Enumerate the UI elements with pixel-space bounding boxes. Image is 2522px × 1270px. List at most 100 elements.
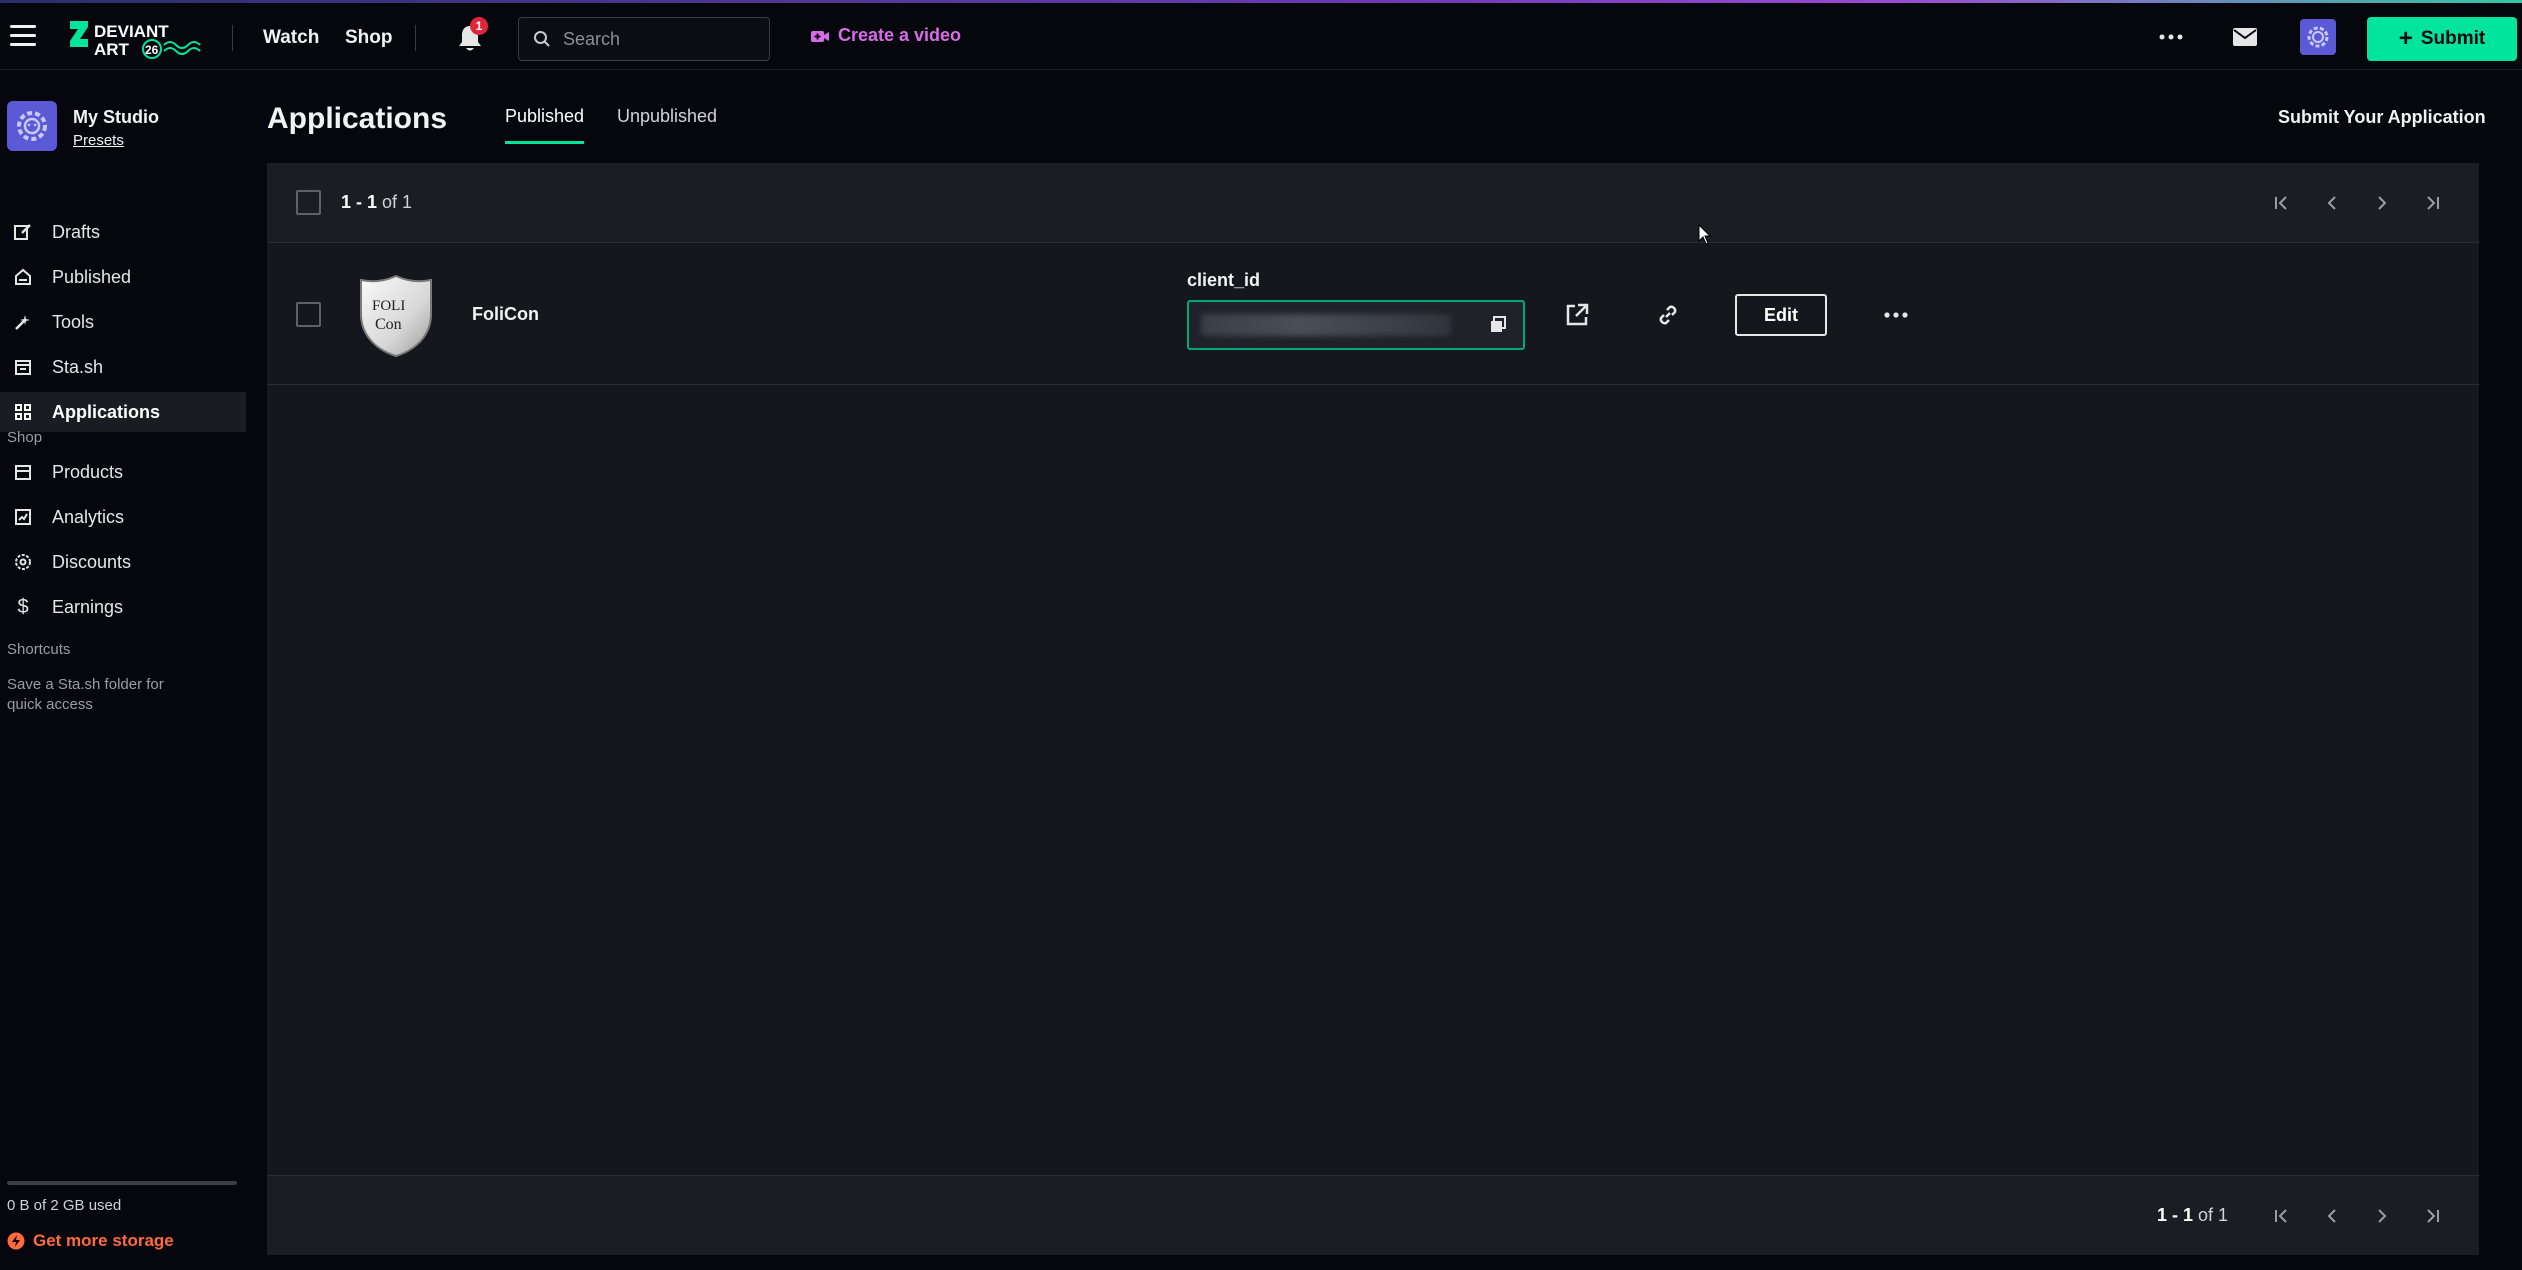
copy-icon[interactable] <box>1487 314 1509 336</box>
presets-link[interactable]: Presets <box>73 132 159 149</box>
search-box[interactable] <box>518 17 770 61</box>
more-options-icon[interactable] <box>2156 25 2186 49</box>
plus-icon: + <box>2398 25 2413 52</box>
camera-plus-icon <box>811 30 829 42</box>
submit-button[interactable]: + Submit <box>2367 17 2517 61</box>
row-checkbox[interactable] <box>296 302 321 327</box>
select-all-checkbox[interactable] <box>296 190 321 215</box>
divider <box>415 25 416 51</box>
storage-progress-bar <box>7 1181 237 1185</box>
prev-page-icon[interactable] <box>2319 190 2345 216</box>
submit-application-link[interactable]: Submit Your Application <box>2278 107 2486 128</box>
next-page-icon[interactable] <box>2369 1203 2395 1229</box>
nav-watch[interactable]: Watch <box>263 27 319 49</box>
svg-text:26: 26 <box>145 43 159 57</box>
sidebar-item-label: Applications <box>52 401 161 422</box>
count-total: of 1 <box>2198 1205 2229 1225</box>
discount-icon <box>14 553 32 571</box>
gear-icon <box>17 111 47 141</box>
sidebar-item-discounts[interactable]: Discounts <box>0 542 246 582</box>
create-video-link[interactable]: Create a video <box>810 25 961 46</box>
lightning-icon <box>7 1232 25 1250</box>
list-header: 1 - 1 of 1 <box>267 163 2479 243</box>
user-avatar[interactable] <box>2300 19 2336 55</box>
search-icon <box>534 31 550 47</box>
client-id-field[interactable] <box>1187 300 1525 350</box>
last-page-icon[interactable] <box>2419 1203 2445 1229</box>
app-name: FoliCon <box>472 304 539 324</box>
dollar-icon: $ <box>17 595 29 618</box>
mouse-cursor-icon <box>1698 223 1712 246</box>
sidebar-item-published[interactable]: Published <box>0 257 246 297</box>
sidebar-item-label: Sta.sh <box>52 356 104 377</box>
sidebar-item-earnings[interactable]: $ Earnings <box>0 587 246 627</box>
notification-badge: 1 <box>470 17 488 35</box>
analytics-icon <box>14 508 32 526</box>
tab-published[interactable]: Published <box>505 106 585 144</box>
table-row: FOLI Con FoliCon client_id Edit <box>267 244 2479 385</box>
tab-unpublished[interactable]: Unpublished <box>617 106 717 141</box>
first-page-icon[interactable] <box>2269 1203 2295 1229</box>
row-more-options-icon[interactable] <box>1881 300 1911 330</box>
shop-heading: Shop <box>7 429 43 446</box>
deviantart-logo[interactable]: DEVIANT ART 26 <box>68 17 204 59</box>
prev-page-icon[interactable] <box>2319 1203 2345 1229</box>
sidebar-item-applications[interactable]: Applications <box>0 392 246 432</box>
page-title: Applications <box>267 102 448 135</box>
last-page-icon[interactable] <box>2419 190 2445 216</box>
sidebar: My Studio Presets Drafts Published Tools… <box>0 71 248 1270</box>
sidebar-item-drafts[interactable]: Drafts <box>0 212 246 252</box>
sidebar-item-label: Products <box>52 461 124 482</box>
result-count: 1 - 1 of 1 <box>341 192 412 213</box>
get-more-storage-link[interactable]: Get more storage <box>7 1231 174 1251</box>
divider <box>232 25 233 51</box>
mail-icon[interactable] <box>2232 27 2258 47</box>
client-id-label: client_id <box>1187 270 1261 290</box>
count-range: 1 - 1 <box>341 192 378 212</box>
shortcuts-heading: Shortcuts <box>7 641 71 658</box>
client-id-redacted <box>1201 314 1451 336</box>
sidebar-item-tools[interactable]: Tools <box>0 302 246 342</box>
pencil-icon <box>14 223 32 241</box>
sidebar-item-analytics[interactable]: Analytics <box>0 497 246 537</box>
sidebar-item-stash[interactable]: Sta.sh <box>0 347 246 387</box>
count-total: of 1 <box>382 192 413 212</box>
link-icon[interactable] <box>1653 300 1683 330</box>
nav-shop[interactable]: Shop <box>345 27 393 49</box>
search-input[interactable] <box>563 28 753 50</box>
next-page-icon[interactable] <box>2369 190 2395 216</box>
edit-button[interactable]: Edit <box>1735 294 1827 336</box>
applications-panel: 1 - 1 of 1 FOLI Con FoliCon client_id Ed… <box>267 163 2479 1255</box>
gear-icon <box>2307 26 2329 48</box>
get-more-storage-label: Get more storage <box>33 1231 174 1250</box>
submit-label: Submit <box>2420 28 2486 49</box>
create-video-label: Create a video <box>838 25 962 45</box>
app-logo-text-top: FOLI <box>372 298 405 314</box>
studio-header: My Studio Presets <box>7 101 159 151</box>
svg-text:DEVIANT: DEVIANT <box>94 22 169 41</box>
app-logo-text-bottom: Con <box>375 316 402 333</box>
published-icon <box>14 268 32 286</box>
sidebar-item-label: Discounts <box>52 551 132 572</box>
storage-used-text: 0 B of 2 GB used <box>7 1197 122 1214</box>
sidebar-item-label: Tools <box>52 311 95 332</box>
sidebar-item-label: Earnings <box>52 596 124 617</box>
studio-name: My Studio <box>73 107 159 127</box>
sidebar-item-products[interactable]: Products <box>0 452 246 492</box>
count-range: 1 - 1 <box>2157 1205 2194 1225</box>
external-link-icon[interactable] <box>1562 300 1592 330</box>
first-page-icon[interactable] <box>2269 190 2295 216</box>
sidebar-item-label: Analytics <box>52 506 125 527</box>
store-icon <box>14 463 32 481</box>
tools-icon <box>14 313 32 331</box>
svg-text:ART: ART <box>94 40 130 59</box>
hamburger-menu-icon[interactable] <box>10 25 36 47</box>
shortcuts-hint: Save a Sta.sh folder for quick access <box>7 676 164 713</box>
result-count: 1 - 1 of 1 <box>2157 1205 2228 1226</box>
studio-avatar[interactable] <box>7 101 57 151</box>
list-footer: 1 - 1 of 1 <box>267 1175 2479 1255</box>
app-logo: FOLI Con <box>357 274 435 358</box>
sidebar-item-label: Published <box>52 266 132 287</box>
top-bar: DEVIANT ART 26 Watch Shop 1 Creat <box>0 3 2522 70</box>
sidebar-item-label: Drafts <box>52 221 101 242</box>
